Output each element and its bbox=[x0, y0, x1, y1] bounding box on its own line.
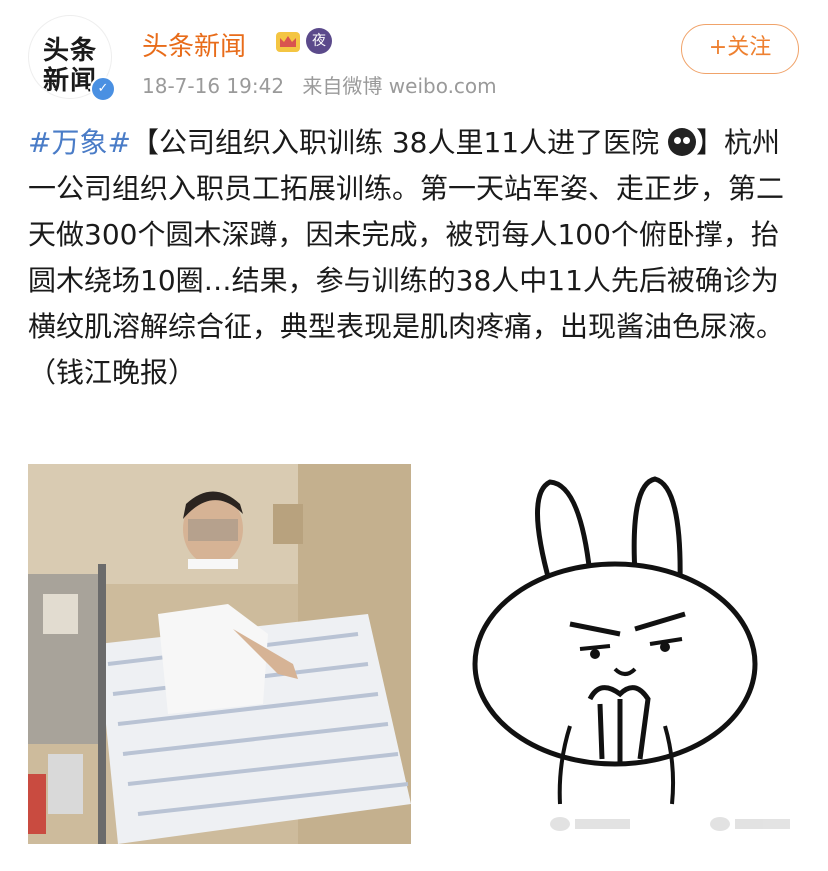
verified-icon: ✓ bbox=[90, 76, 116, 102]
post-time: 18-7-16 19:42 bbox=[142, 74, 285, 98]
follow-button[interactable]: +关注 bbox=[681, 24, 799, 74]
post-source: 来自微博 weibo.com bbox=[302, 74, 497, 98]
night-icon: 夜 bbox=[306, 28, 332, 54]
crown-icon bbox=[276, 32, 300, 52]
post-meta: 18-7-16 19:42 来自微博 weibo.com bbox=[142, 70, 497, 99]
post-content: #万象#【公司组织入职训练 38人里11人进了医院 】杭州一公司组织入职员工拓展… bbox=[28, 120, 800, 396]
rabbit-emoticon[interactable] bbox=[420, 464, 800, 844]
post-text-part1: 【公司组织入职训练 38人里11人进了医院 bbox=[130, 126, 660, 159]
post-text-part2: 】杭州一公司组织入职员工拓展训练。第一天站军姿、走正步，第二天做300个圆木深蹲… bbox=[28, 126, 785, 389]
hashtag-link[interactable]: #万象# bbox=[28, 126, 131, 159]
emoji-icon bbox=[668, 128, 697, 156]
hospital-photo[interactable] bbox=[28, 464, 411, 844]
account-name[interactable]: 头条新闻 bbox=[142, 26, 246, 63]
